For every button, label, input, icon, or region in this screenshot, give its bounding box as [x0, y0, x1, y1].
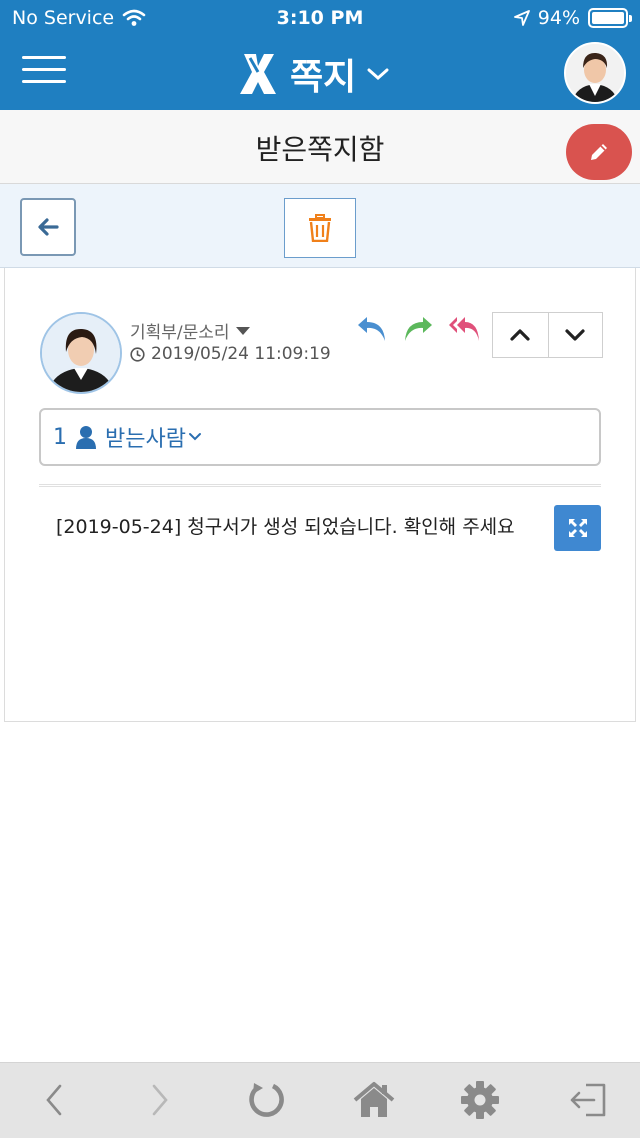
- previous-message-button[interactable]: [493, 313, 548, 357]
- caret-down-icon: [235, 326, 250, 335]
- browser-back-button[interactable]: [32, 1078, 76, 1122]
- browser-forward-button[interactable]: [138, 1078, 182, 1122]
- next-message-button[interactable]: [547, 313, 603, 357]
- forward-icon: [405, 317, 432, 341]
- app-header: No Service 3:10 PM 94% 쪽지: [0, 0, 640, 110]
- recipients-label: 받는사람: [105, 427, 186, 452]
- message-body: [2019-05-24] 청구서가 생성 되었습니다. 확인해 주세요: [56, 516, 515, 538]
- hamburger-menu-button[interactable]: [22, 56, 66, 86]
- chevron-down-icon: [188, 433, 201, 441]
- recipients-toggle[interactable]: 1 받는사람: [39, 408, 601, 466]
- profile-avatar[interactable]: [564, 42, 626, 104]
- chevron-up-icon: [510, 329, 530, 341]
- page-title: 받은쪽지함: [255, 133, 385, 166]
- battery-icon: [588, 8, 632, 28]
- bottom-nav-bar: [0, 1062, 640, 1138]
- battery-percent: 94%: [537, 7, 580, 29]
- clock-icon: [130, 346, 145, 362]
- arrow-left-icon: [38, 218, 59, 236]
- logout-button[interactable]: [566, 1078, 610, 1122]
- message-nav-group: [492, 312, 603, 358]
- reply-icon: [358, 317, 385, 341]
- app-logo-icon: [240, 54, 276, 94]
- app-title: 쪽지: [290, 57, 357, 98]
- user-icon: [76, 426, 96, 449]
- chevron-down-icon: [565, 329, 585, 341]
- forward-button[interactable]: [398, 312, 438, 346]
- status-right: 94%: [513, 7, 632, 29]
- app-title-dropdown[interactable]: 쪽지: [236, 48, 390, 100]
- content-divider: [39, 484, 601, 487]
- reply-all-icon: [449, 317, 479, 341]
- section-header: 받은쪽지함: [0, 110, 640, 184]
- home-button[interactable]: [352, 1078, 396, 1122]
- back-button[interactable]: [20, 198, 76, 256]
- delete-button[interactable]: [284, 198, 356, 258]
- expand-icon: [568, 519, 587, 537]
- back-icon: [46, 1084, 62, 1116]
- sender-dropdown[interactable]: 기획부/문소리: [130, 318, 250, 343]
- expand-button[interactable]: [554, 505, 601, 551]
- reply-all-button[interactable]: [444, 312, 484, 346]
- logout-icon: [570, 1083, 606, 1117]
- location-arrow-icon: [513, 10, 530, 26]
- recipient-count: 1: [53, 424, 67, 450]
- settings-button[interactable]: [458, 1078, 502, 1122]
- forward-icon: [152, 1084, 168, 1116]
- trash-icon: [309, 214, 331, 242]
- date-text: 2019/05/24 11:09:19: [151, 344, 331, 364]
- status-bar: No Service 3:10 PM 94%: [0, 0, 640, 36]
- sender-name: 기획부/문소리: [130, 323, 230, 343]
- sender-avatar: [40, 312, 122, 394]
- settings-icon: [461, 1081, 499, 1119]
- refresh-button[interactable]: [244, 1078, 288, 1122]
- compose-button[interactable]: [566, 124, 632, 180]
- reply-button[interactable]: [352, 312, 392, 346]
- pencil-icon: [591, 144, 607, 160]
- home-icon: [353, 1082, 395, 1117]
- chevron-down-icon: [367, 68, 389, 81]
- message-date: 2019/05/24 11:09:19: [130, 344, 331, 364]
- refresh-icon: [249, 1083, 284, 1117]
